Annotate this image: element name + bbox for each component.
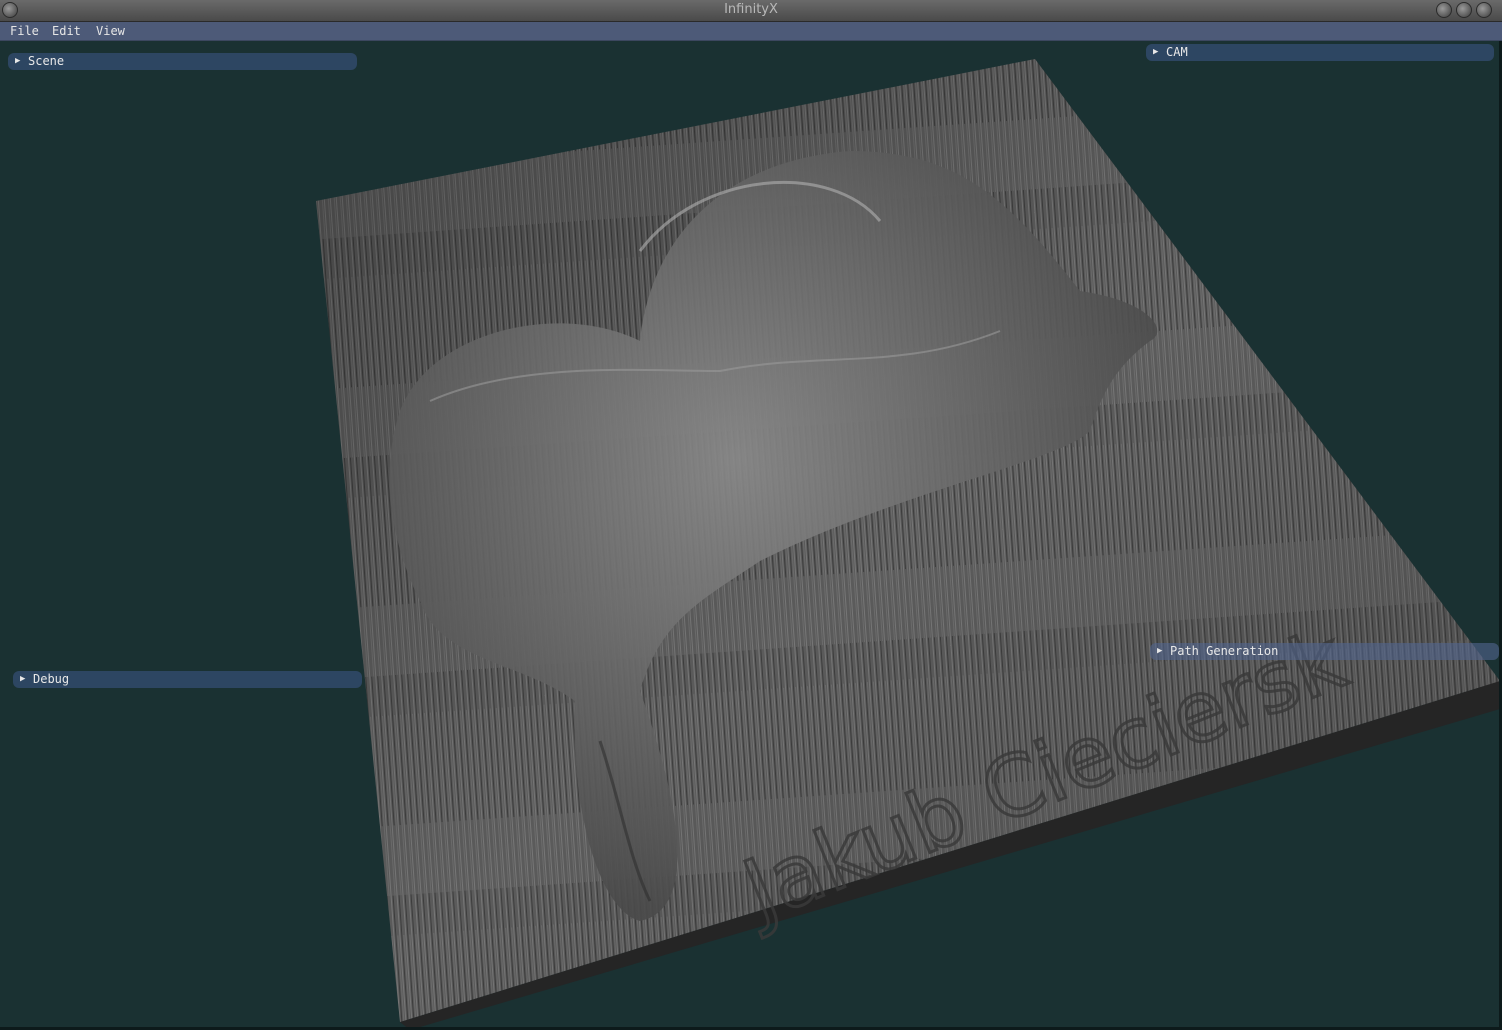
collapse-arrow-icon: ▶ <box>15 56 21 66</box>
menu-bar: File Edit View <box>0 22 1502 41</box>
collapse-arrow-icon: ▶ <box>1157 646 1163 656</box>
3d-viewport[interactable]: Jakub Cieciersk ▶ Scene ▶ CAM ▶ Debug ▶ … <box>0 41 1502 1030</box>
scene-panel-header[interactable]: ▶ Scene <box>8 53 357 70</box>
collapse-arrow-icon: ▶ <box>20 674 26 684</box>
close-icon[interactable] <box>1476 2 1492 18</box>
collapse-arrow-icon: ▶ <box>1153 47 1159 57</box>
title-bar: InfinityX <box>0 0 1502 22</box>
scene-panel-label: Scene <box>28 54 65 68</box>
path-generation-panel-label: Path Generation <box>1170 644 1279 658</box>
maximize-icon[interactable] <box>1456 2 1472 18</box>
cam-panel-label: CAM <box>1166 45 1188 59</box>
minimize-icon[interactable] <box>1436 2 1452 18</box>
debug-panel-label: Debug <box>33 672 70 686</box>
milled-stock-render: Jakub Cieciersk <box>316 59 1500 1030</box>
menu-view[interactable]: View <box>96 24 125 38</box>
menu-edit[interactable]: Edit <box>52 24 81 38</box>
cam-panel-header[interactable]: ▶ CAM <box>1146 44 1494 61</box>
path-generation-panel-header[interactable]: ▶ Path Generation <box>1150 643 1499 660</box>
menu-file[interactable]: File <box>10 24 39 38</box>
window-title: InfinityX <box>724 2 778 17</box>
debug-panel-header[interactable]: ▶ Debug <box>13 671 362 688</box>
